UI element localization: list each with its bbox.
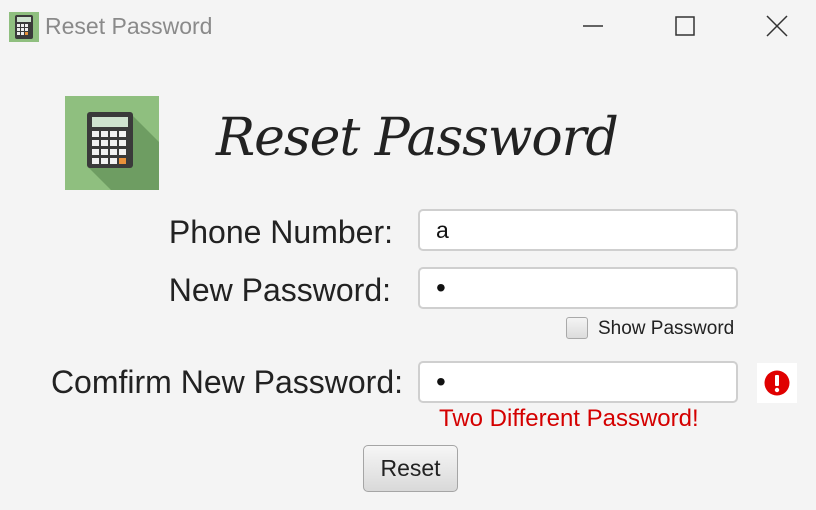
- minimize-button[interactable]: [570, 6, 616, 46]
- error-icon: [764, 370, 790, 396]
- show-password-label: Show Password: [598, 318, 735, 339]
- show-password-checkbox[interactable]: [566, 317, 588, 339]
- error-indicator: [757, 363, 797, 403]
- new-password-label: New Password:: [168, 272, 391, 308]
- window-title: Reset Password: [45, 13, 213, 39]
- confirm-password-input[interactable]: •: [418, 361, 738, 403]
- error-message: Two Different Password!: [439, 405, 699, 432]
- confirm-password-label: Comfirm New Password:: [50, 364, 403, 400]
- calculator-logo-icon: [65, 96, 159, 190]
- calculator-icon: [9, 12, 39, 42]
- page-title: Reset Password: [216, 108, 619, 168]
- new-password-input[interactable]: •: [418, 267, 738, 309]
- phone-number-input[interactable]: a: [418, 209, 738, 251]
- title-bar: Reset Password: [0, 0, 816, 52]
- minimize-icon: [583, 25, 603, 27]
- close-button[interactable]: [754, 6, 800, 46]
- phone-number-label: Phone Number:: [168, 214, 393, 250]
- close-icon: [766, 15, 788, 37]
- maximize-button[interactable]: [662, 6, 708, 46]
- reset-button[interactable]: Reset: [363, 445, 458, 492]
- maximize-icon: [675, 16, 695, 36]
